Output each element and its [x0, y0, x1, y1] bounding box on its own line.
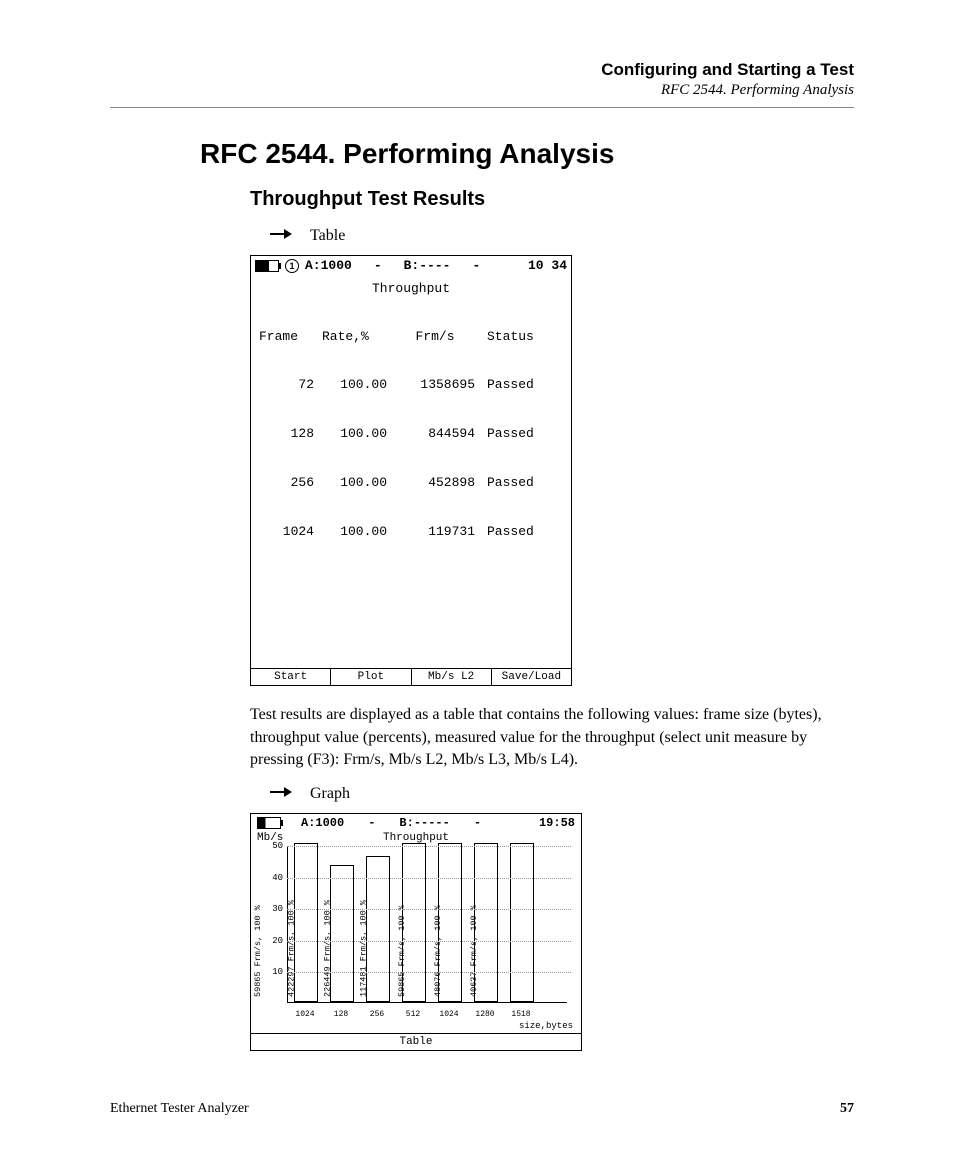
col-header: Frm/s [395, 329, 487, 345]
divider [110, 107, 854, 108]
x-tick: 1518 [509, 1010, 533, 1019]
bullet-table: Table [270, 227, 854, 245]
x-tick: 1024 [293, 1010, 317, 1019]
chart-plot: 59865 Frm/s, 100 %422297 Frm/s, 100 %226… [287, 846, 567, 1003]
figure-throughput-chart: A:1000 - B:----- - 19:58 Mb/s Throughput… [250, 813, 854, 1051]
device-screen: 1 A:1000 - B:---- - 10 34 Throughput Fra… [250, 255, 572, 686]
header-title: Configuring and Starting a Test [110, 60, 854, 80]
bar-label: 422297 Frm/s, 100 % [287, 901, 297, 998]
table-row: 256 100.00 452898 Passed [259, 475, 563, 491]
chart-bar: 59865 Frm/s, 100 % [294, 843, 318, 1002]
y-tick: 40 [272, 873, 283, 883]
y-tick: 10 [272, 967, 283, 977]
bar-label: 59865 Frm/s, 100 % [397, 906, 407, 998]
x-axis-unit: size,bytes [251, 1021, 581, 1033]
y-tick: 30 [272, 904, 283, 914]
battery-icon [255, 260, 279, 272]
gridline [287, 909, 571, 910]
status-a: A:1000 [301, 816, 344, 830]
softkey-bar: Start Plot Mb/s L2 Save/Load [251, 668, 571, 685]
softkey-saveload[interactable]: Save/Load [492, 669, 571, 685]
arrow-icon [270, 227, 292, 245]
footer-product: Ethernet Tester Analyzer [110, 1101, 249, 1117]
y-tick: 20 [272, 936, 283, 946]
status-time: 19:58 [539, 816, 575, 830]
table-row: 72 100.00 1358695 Passed [259, 377, 563, 393]
col-header: Rate,% [322, 329, 395, 345]
col-header: Frame [259, 329, 322, 345]
status-dash: - [368, 816, 375, 830]
status-b: B:---- [404, 258, 451, 273]
status-bar: 1 A:1000 - B:---- - 10 34 [251, 256, 571, 275]
softkey-table[interactable]: Table [251, 1033, 581, 1050]
bullet-graph: Graph [270, 785, 854, 803]
chart-area: 1020304050 59865 Frm/s, 100 %422297 Frm/… [257, 846, 575, 1021]
page-header: Configuring and Starting a Test RFC 2544… [110, 60, 854, 99]
chart-bar: 40637 Frm/s, 100 % [510, 843, 534, 1002]
x-axis-labels: 1024 128 256 512 1024 1280 1518 [287, 1010, 567, 1019]
battery-icon [257, 817, 281, 829]
table-row: 128 100.00 844594 Passed [259, 426, 563, 442]
softkey-unit[interactable]: Mb/s L2 [412, 669, 492, 685]
y-tick: 50 [272, 841, 283, 851]
heading-2: Throughput Test Results [250, 188, 854, 211]
port-indicator-icon: 1 [285, 259, 299, 273]
header-subtitle: RFC 2544. Performing Analysis [110, 82, 854, 99]
status-dash: - [374, 258, 382, 273]
status-b: B:----- [399, 816, 449, 830]
x-tick: 1024 [437, 1010, 461, 1019]
bullet-label: Table [310, 227, 345, 245]
results-table: Frame Rate,% Frm/s Status 72 100.00 1358… [251, 296, 571, 578]
x-tick: 1280 [473, 1010, 497, 1019]
page-footer: Ethernet Tester Analyzer 57 [110, 1101, 854, 1117]
arrow-icon [270, 785, 292, 803]
bar-label: 40637 Frm/s, 100 % [469, 906, 479, 998]
table-header-row: Frame Rate,% Frm/s Status [259, 329, 563, 345]
bar-label: 226449 Frm/s, 100 % [323, 901, 333, 998]
heading-1: RFC 2544. Performing Analysis [200, 138, 854, 170]
status-bar: A:1000 - B:----- - 19:58 [251, 814, 581, 832]
status-a: A:1000 [305, 258, 352, 273]
bar-label: 117481 Frm/s, 100 % [359, 901, 369, 998]
softkey-plot[interactable]: Plot [331, 669, 411, 685]
bar-label: 59865 Frm/s, 100 % [253, 906, 263, 998]
gridline [287, 846, 571, 847]
x-tick: 512 [401, 1010, 425, 1019]
body-paragraph: Test results are displayed as a table th… [250, 704, 850, 771]
gridline [287, 941, 571, 942]
status-dash: - [474, 816, 481, 830]
device-screen: A:1000 - B:----- - 19:58 Mb/s Throughput… [250, 813, 582, 1051]
screen-title: Throughput [251, 281, 571, 296]
gridline [287, 878, 571, 879]
chart-bar: 422297 Frm/s, 100 % [330, 865, 354, 1002]
document-page: Configuring and Starting a Test RFC 2544… [0, 0, 954, 1159]
bar-label: 48076 Frm/s, 100 % [433, 906, 443, 998]
gridline [287, 972, 571, 973]
softkey-start[interactable]: Start [251, 669, 331, 685]
x-tick: 256 [365, 1010, 389, 1019]
x-tick: 128 [329, 1010, 353, 1019]
status-dash: - [472, 258, 480, 273]
status-time: 10 34 [528, 258, 567, 273]
page-number: 57 [840, 1101, 854, 1117]
bullet-label: Graph [310, 785, 350, 803]
col-header: Status [487, 329, 557, 345]
figure-throughput-table: 1 A:1000 - B:---- - 10 34 Throughput Fra… [250, 255, 854, 686]
table-row: 1024 100.00 119731 Passed [259, 524, 563, 540]
